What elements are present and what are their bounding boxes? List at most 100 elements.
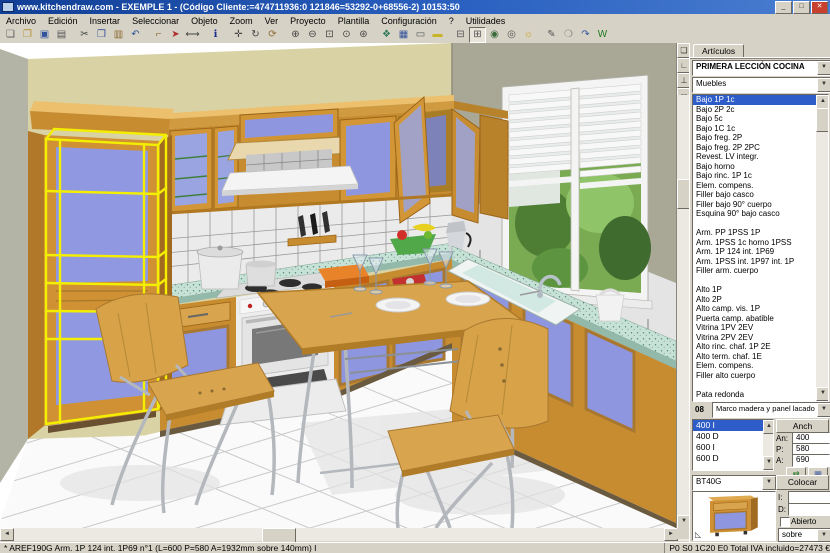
articles-scroll-down[interactable]: ▼ xyxy=(816,387,829,401)
article-item[interactable]: Arm. PP 1PSS 1P xyxy=(693,228,816,238)
cut-icon[interactable]: ✂ xyxy=(76,27,93,43)
article-item[interactable]: Bajo freg. 2P 2PC xyxy=(693,143,816,153)
size-item[interactable]: 400 I xyxy=(693,420,763,431)
elevation-view-icon[interactable]: ▬ xyxy=(429,27,446,43)
article-item[interactable]: Puerta camp. abatible xyxy=(693,314,816,324)
plan-view-icon[interactable]: ▭ xyxy=(412,27,429,43)
article-item[interactable]: Alto camp. vis. 1P xyxy=(693,304,816,314)
menu-seleccionar[interactable]: Seleccionar xyxy=(126,16,185,26)
dimension-icon[interactable]: ✎ xyxy=(543,27,560,43)
menu-proyecto[interactable]: Proyecto xyxy=(284,16,332,26)
open-icon[interactable]: ❐ xyxy=(19,27,36,43)
hscroll-thumb[interactable] xyxy=(262,528,296,543)
copy-icon[interactable]: ❒ xyxy=(93,27,110,43)
menu-edici-n[interactable]: Edición xyxy=(42,16,84,26)
measure-tool-icon[interactable]: ⟷ xyxy=(184,27,201,43)
info-icon[interactable]: ℹ xyxy=(207,27,224,43)
article-item[interactable]: Alto 1P xyxy=(693,285,816,295)
article-item[interactable]: Elem. compens. xyxy=(693,181,816,191)
article-item[interactable]: Alto rinc. chaf. 1P 2E xyxy=(693,342,816,352)
open-checkbox[interactable] xyxy=(780,517,790,527)
video-icon[interactable]: ◎ xyxy=(503,27,520,43)
undo-icon[interactable]: ↶ xyxy=(127,27,144,43)
article-item[interactable]: Filler bajo casco xyxy=(693,190,816,200)
menu-plantilla[interactable]: Plantilla xyxy=(332,16,376,26)
close-button[interactable]: ✕ xyxy=(811,1,828,14)
article-item[interactable]: Arm. 1P 124 int. 1P69 xyxy=(693,247,816,257)
article-item[interactable] xyxy=(693,380,816,390)
menu-objeto[interactable]: Objeto xyxy=(185,16,224,26)
menu-configuraci-n[interactable]: Configuración xyxy=(375,16,443,26)
3d-viewport[interactable] xyxy=(0,43,677,528)
articles-list[interactable]: Bajo 1P 1cBajo 2P 2cBajo 5cBajo 1C 1c Baj… xyxy=(692,94,829,402)
article-item[interactable]: Arm. 1PSS int. 1P97 int. 1P xyxy=(693,257,816,267)
section-tool-icon[interactable]: ⌐ xyxy=(150,27,167,43)
maximize-button[interactable]: □ xyxy=(793,1,810,14)
chevron-down-icon[interactable]: ▼ xyxy=(817,61,830,75)
articles-scrollbar[interactable]: ▲ ▼ xyxy=(816,95,828,401)
zoom-in-icon[interactable]: ⊕ xyxy=(287,27,304,43)
hscroll-left-arrow[interactable]: ◄ xyxy=(0,528,14,541)
reference-select[interactable]: BT40G ▼ xyxy=(692,475,777,491)
web-icon[interactable]: W xyxy=(594,27,611,43)
article-item[interactable] xyxy=(693,276,816,286)
orbit-icon[interactable]: ⟳ xyxy=(264,27,281,43)
article-item[interactable]: Pata redonda xyxy=(693,390,816,400)
article-item[interactable]: Alto 2P xyxy=(693,295,816,305)
sizes-scrollbar[interactable]: ▲ ▼ xyxy=(763,420,773,470)
article-item[interactable] xyxy=(693,219,816,229)
place-tool-icon[interactable]: ➤ xyxy=(167,27,184,43)
pan-icon[interactable]: ❍ xyxy=(560,27,577,43)
article-item[interactable]: Esquina 90° bajo casco xyxy=(693,209,816,219)
print-icon[interactable]: ▤ xyxy=(53,27,70,43)
menu-zoom[interactable]: Zoom xyxy=(224,16,259,26)
article-item[interactable]: Filler alto cuerpo xyxy=(693,371,816,381)
perspective-view-icon[interactable]: ⊞ xyxy=(469,27,486,43)
right-gap-field[interactable] xyxy=(788,503,830,516)
article-item[interactable]: Elem. compens. xyxy=(693,361,816,371)
chevron-down-icon[interactable]: ▼ xyxy=(817,403,830,417)
article-item[interactable]: Arm. 1PSS 1c horno 1PSS xyxy=(693,238,816,248)
menu-archivo[interactable]: Archivo xyxy=(0,16,42,26)
catalog-select[interactable]: PRIMERA LECCIÓN COCINA ▼ xyxy=(692,60,830,76)
article-item[interactable]: Bajo 1P 1c xyxy=(693,95,816,105)
category-select[interactable]: Muebles ▼ xyxy=(692,77,830,93)
sizes-list[interactable]: 400 I400 D600 I600 D ▲ ▼ xyxy=(692,419,774,471)
height-field[interactable]: 690 xyxy=(792,454,830,467)
move-icon[interactable]: ✛ xyxy=(230,27,247,43)
range-select[interactable]: Marco madera y panel lacado ▼ xyxy=(712,402,830,418)
sizes-scroll-down[interactable]: ▼ xyxy=(763,456,774,470)
chevron-down-icon[interactable]: ▼ xyxy=(762,476,776,490)
article-item[interactable]: Revest. LV integr. xyxy=(693,152,816,162)
articles-scroll-thumb[interactable] xyxy=(816,108,829,132)
article-item[interactable]: Vitrina 2PV 2EV xyxy=(693,333,816,343)
menu-utilidades[interactable]: Utilidades xyxy=(460,16,512,26)
zoom-extents-icon[interactable]: ⊛ xyxy=(355,27,372,43)
article-item[interactable]: Filler arm. cuerpo xyxy=(693,266,816,276)
article-item[interactable]: Bajo 5c xyxy=(693,114,816,124)
save-icon[interactable]: ▣ xyxy=(36,27,53,43)
vertical-scrollbar[interactable] xyxy=(677,95,689,528)
new-icon[interactable]: ❏ xyxy=(2,27,19,43)
article-item[interactable]: Bajo 1C 1c xyxy=(693,124,816,134)
minimize-button[interactable]: _ xyxy=(775,1,792,14)
size-item[interactable]: 400 D xyxy=(693,431,763,442)
menu-ver[interactable]: Ver xyxy=(259,16,285,26)
zoom-out-icon[interactable]: ⊖ xyxy=(304,27,321,43)
article-item[interactable]: Filler bajo 90° cuerpo xyxy=(693,200,816,210)
title-bar[interactable]: www.kitchendraw.com - EXEMPLE 1 - (Códig… xyxy=(0,0,830,14)
articles-scroll-up[interactable]: ▲ xyxy=(816,95,829,109)
menu--[interactable]: ? xyxy=(443,16,460,26)
size-item[interactable]: 600 D xyxy=(693,453,763,464)
hscroll-right-arrow[interactable]: ► xyxy=(664,528,678,541)
chevron-down-icon[interactable]: ▼ xyxy=(817,78,830,92)
size-item[interactable]: 600 I xyxy=(693,442,763,453)
article-item[interactable]: Bajo 2P 2c xyxy=(693,105,816,115)
article-item[interactable]: Bajo horno xyxy=(693,162,816,172)
redo-icon[interactable]: ↷ xyxy=(577,27,594,43)
horizontal-scrollbar[interactable]: ◄ ► xyxy=(0,528,689,541)
cascade-windows-icon[interactable]: ⊟ xyxy=(452,27,469,43)
zoom-window-icon[interactable]: ⊡ xyxy=(321,27,338,43)
zoom-previous-icon[interactable]: ⊙ xyxy=(338,27,355,43)
article-item[interactable]: Vitrina 1PV 2EV xyxy=(693,323,816,333)
